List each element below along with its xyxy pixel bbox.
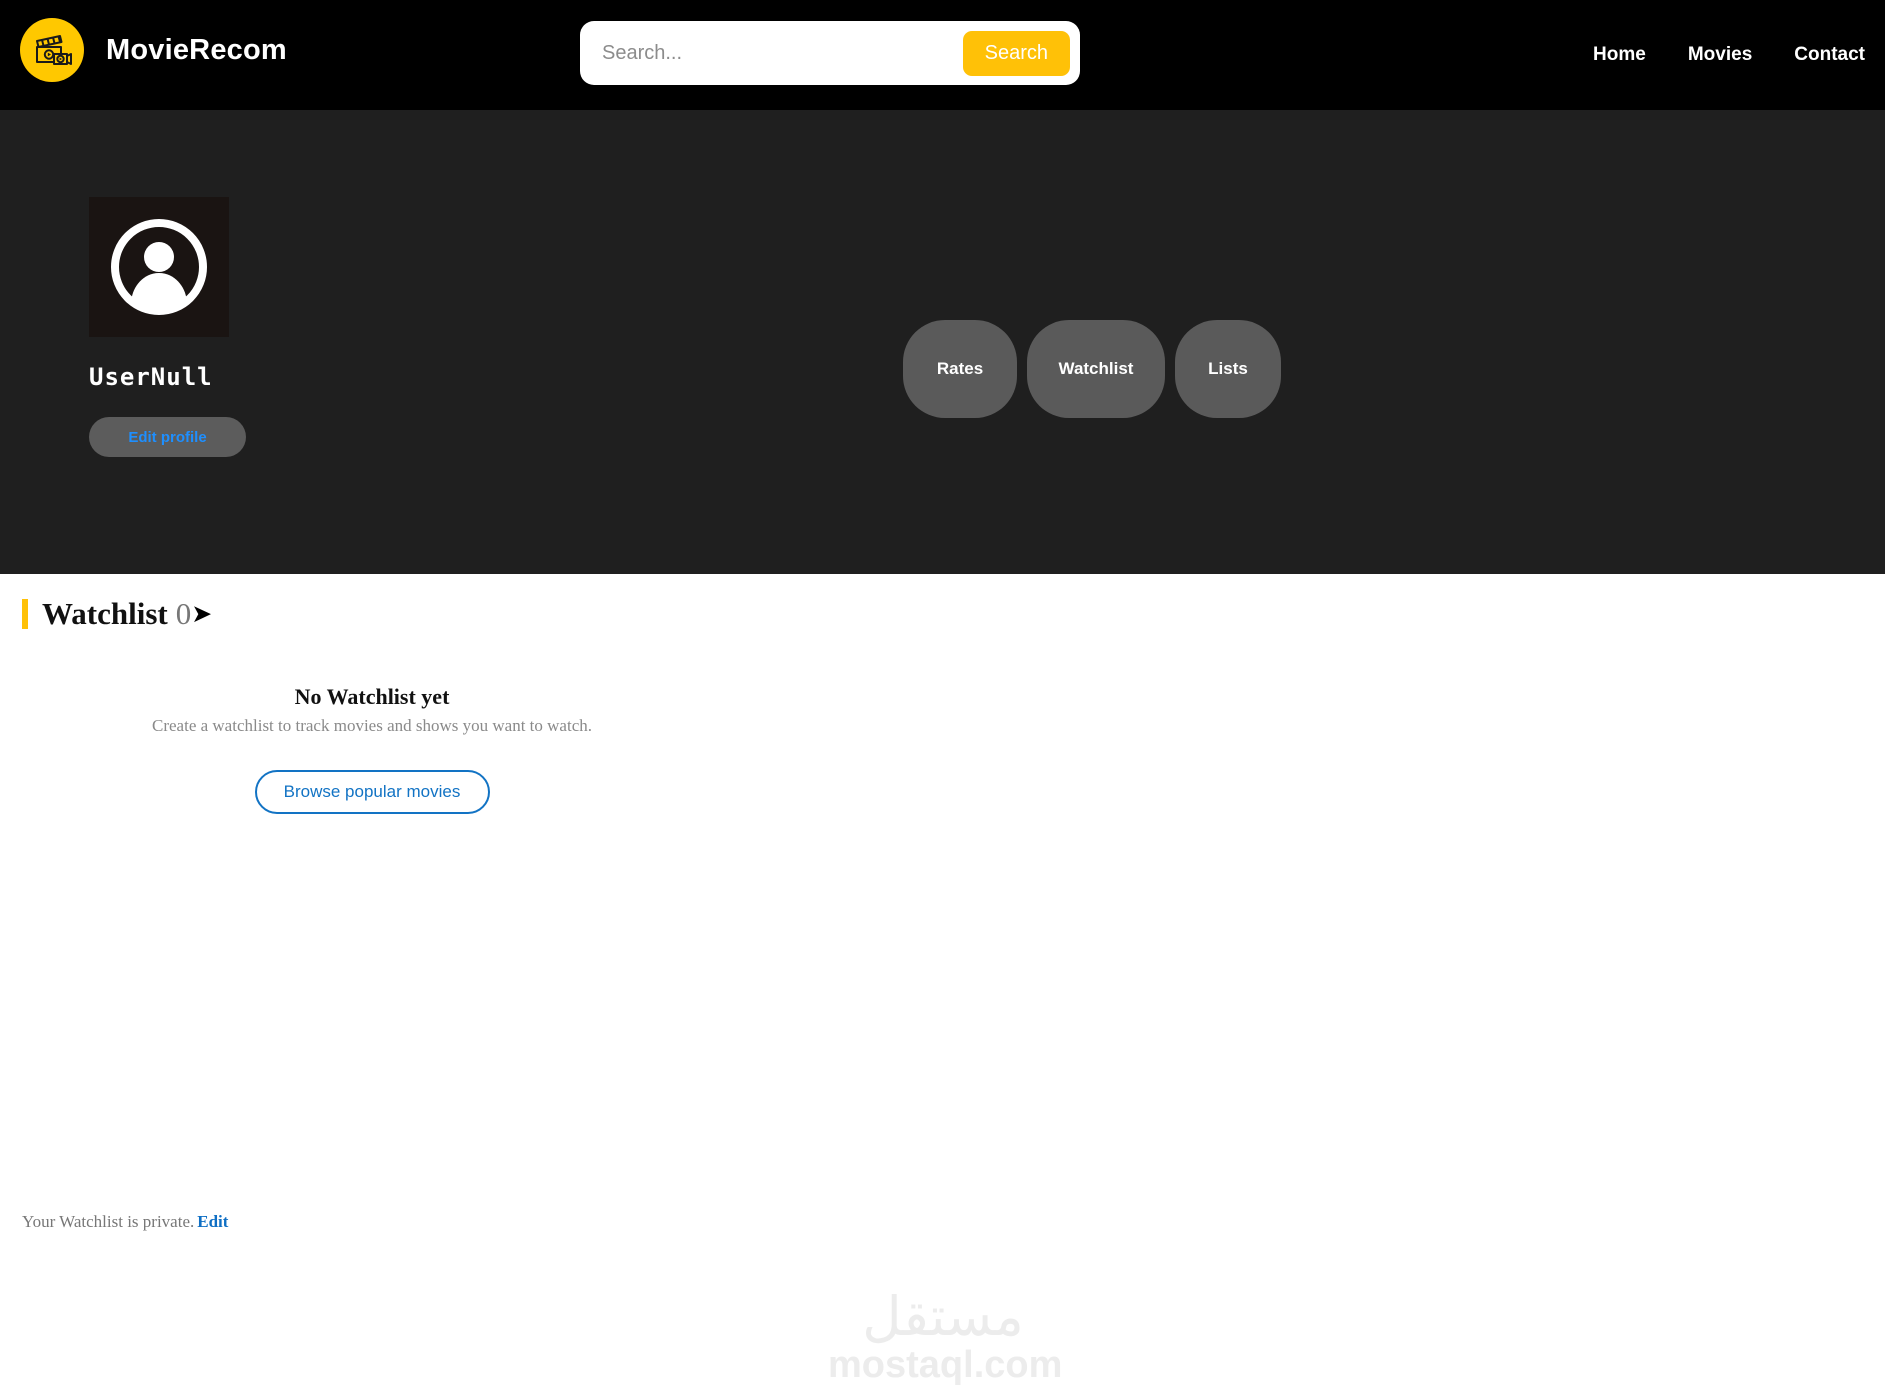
accent-bar bbox=[22, 599, 28, 629]
username: UserNull bbox=[89, 363, 213, 391]
nav-item-movies[interactable]: Movies bbox=[1688, 44, 1752, 66]
watermark-arabic: مستقل bbox=[862, 1285, 1024, 1348]
browse-popular-movies-button[interactable]: Browse popular movies bbox=[254, 770, 490, 814]
search-button[interactable]: Search bbox=[962, 30, 1070, 76]
search-bar: Search bbox=[580, 21, 1080, 85]
stat-button-rates[interactable]: Rates bbox=[903, 320, 1017, 418]
stat-button-lists[interactable]: Lists bbox=[1175, 320, 1281, 418]
privacy-edit-link[interactable]: Edit bbox=[197, 1212, 228, 1231]
profile-stat-buttons: Rates Watchlist Lists bbox=[903, 320, 1281, 418]
watchlist-section: Watchlist 0 ➤ Your Watchlist is private.… bbox=[0, 574, 1885, 1385]
profile-identity: UserNull Edit profile bbox=[89, 197, 246, 457]
empty-state-subtitle: Create a watchlist to track movies and s… bbox=[152, 716, 592, 735]
main-nav: Home Movies Contact bbox=[1593, 0, 1875, 110]
empty-state-title: No Watchlist yet bbox=[294, 684, 450, 709]
watermark: مستقل mostaql.com bbox=[828, 1285, 1063, 1386]
watchlist-count: 0 bbox=[175, 596, 192, 631]
nav-item-contact[interactable]: Contact bbox=[1794, 44, 1865, 66]
nav-item-home[interactable]: Home bbox=[1593, 44, 1646, 66]
site-header: MovieRecom Search Home Movies Contact bbox=[0, 0, 1885, 110]
clapperboard-camera-icon bbox=[20, 18, 84, 82]
stat-button-watchlist[interactable]: Watchlist bbox=[1027, 320, 1165, 418]
profile-section: UserNull Edit profile Rates Watchlist Li… bbox=[0, 110, 1885, 574]
brand-name: MovieRecom bbox=[106, 33, 287, 66]
chevron-right-icon[interactable]: ➤ bbox=[191, 601, 212, 627]
avatar[interactable] bbox=[89, 197, 229, 337]
watchlist-heading: Watchlist 0 ➤ bbox=[22, 596, 212, 632]
brand-logo-link[interactable]: MovieRecom bbox=[20, 18, 287, 82]
watchlist-title: Watchlist bbox=[42, 596, 168, 631]
privacy-text: Your Watchlist is private. bbox=[22, 1212, 195, 1231]
edit-profile-button[interactable]: Edit profile bbox=[89, 417, 246, 457]
watchlist-empty-state: No Watchlist yet Create a watchlist to t… bbox=[0, 684, 744, 814]
search-input[interactable] bbox=[602, 31, 963, 75]
watermark-latin: mostaql.com bbox=[828, 1344, 1063, 1386]
watchlist-privacy-note: Your Watchlist is private. Edit bbox=[22, 1212, 228, 1232]
user-avatar-icon bbox=[111, 219, 207, 315]
